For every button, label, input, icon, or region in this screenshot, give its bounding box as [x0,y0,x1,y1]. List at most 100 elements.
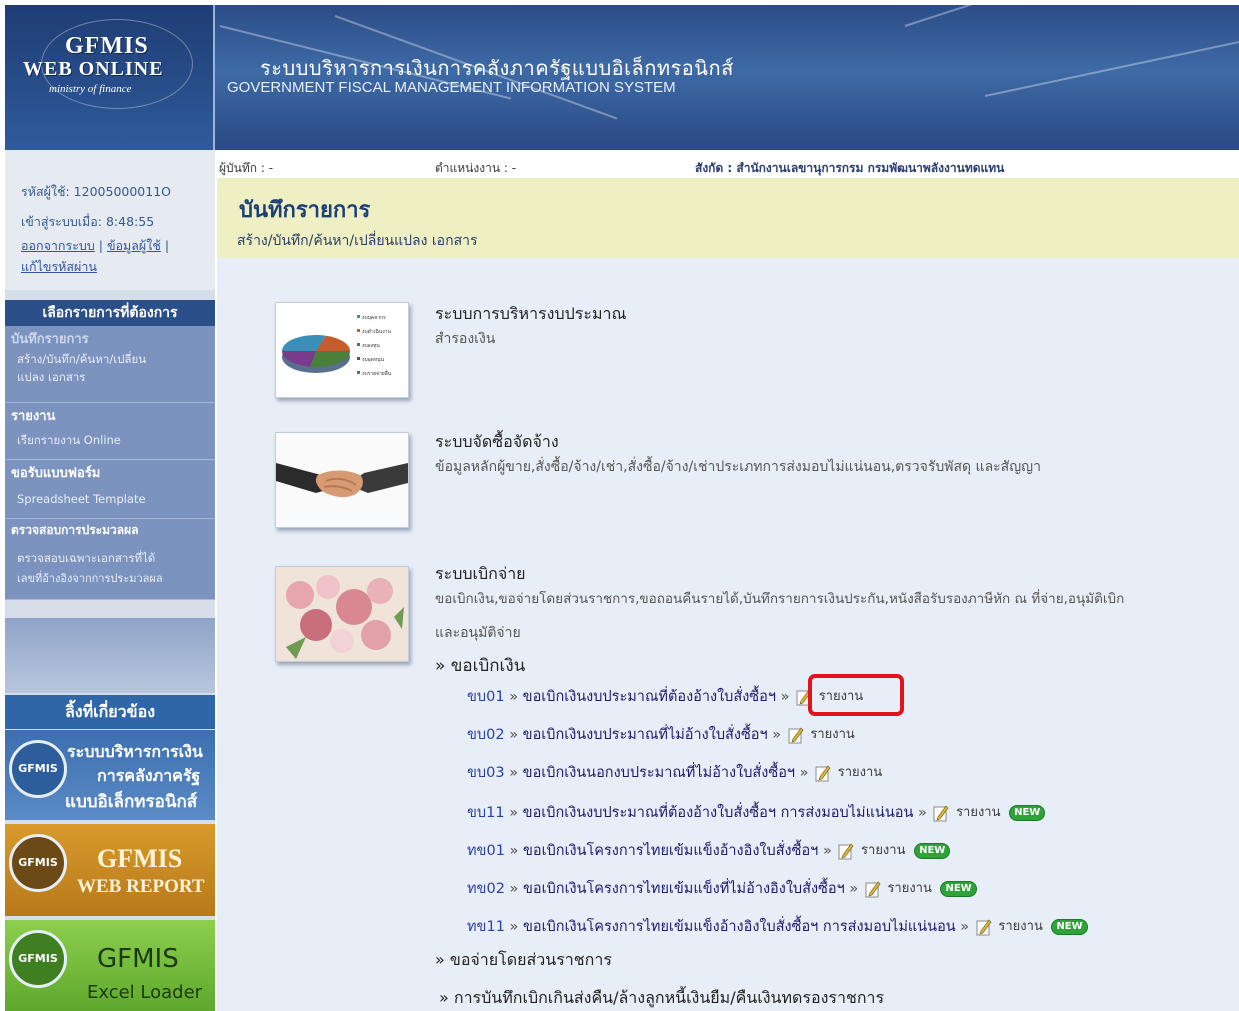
disbursement-desc-link[interactable]: ขอเบิกเงิน,ขอจ่ายโดยส่วนราชการ,ขอถอนคืนร… [435,584,1124,614]
banner-text: WEB REPORT [77,876,205,897]
menu-heading: เลือกรายการที่ต้องการ [5,300,215,326]
sidebar-item-sub: สร้าง/บันทึก/ค้นหา/เปลี่ยน [17,352,147,366]
affiliation-label: สังกัด : สำนักงานเลขานุการกรม กรมพัฒนาพล… [695,161,1005,175]
legend-item: งบลงทุน [362,343,380,349]
sidebar-item-form[interactable]: ขอรับแบบฟอร์ม Spreadsheet Template [5,460,215,519]
report-link[interactable]: รายงาน [998,919,1042,934]
banner-text: แบบอิเล็กทรอนิกส์ [65,792,198,812]
handshake-icon [276,463,408,498]
doc-code-link[interactable]: ทข11 [467,919,505,935]
banner-gfmis-web-report[interactable]: GFMIS GFMIS WEB REPORT [5,824,215,916]
doc-name-link[interactable]: ขอเบิกเงินโครงการไทยเข้มแข็งอ้างอิงใบสั่… [523,919,956,935]
banner-gfmis-system[interactable]: GFMIS ระบบบริหารการเงิน การคลังภาครัฐ แบ… [5,730,215,820]
procurement-desc-link[interactable]: ข้อมูลหลักผู้ขาย,สั่งซื้อ/จ้าง/เช่า,สั่ง… [435,452,1041,482]
arrow-text: » [509,805,519,821]
sidebar-item-process-check[interactable]: ตรวจสอบการประมวลผล ตรวจสอบเฉพาะเอกสารที่… [5,519,215,600]
user-id: รหัสผู้ใช้: 12005000011O [21,184,171,199]
gfmis-globe-icon: GFMIS [9,740,67,798]
disbursement-flowers-image[interactable] [275,566,409,662]
doc-code-link[interactable]: ทข02 [467,881,505,897]
user-info-link[interactable]: ข้อมูลผู้ใช้ [107,238,161,253]
logout-link[interactable]: ออกจากระบบ [21,238,95,253]
doc-name-link[interactable]: ขอเบิกเงินงบประมาณที่ต้องอ้างใบสั่งซื้อฯ… [523,805,914,821]
doc-code-link[interactable]: ขบ01 [467,689,505,705]
related-links-heading: ลิ้งที่เกี่ยวข้อง [5,695,215,729]
sidebar-item-sub: แปลง เอกสาร [17,370,86,384]
banner-gfmis-excel-loader[interactable]: GFMIS GFMIS Excel Loader [5,920,215,1011]
logo-text: GFMIS [65,33,149,59]
logo-text: WEB ONLINE [23,58,164,80]
sidebar-item-sub: เลขที่อ้างอิงจากการประมวลผล [17,572,163,585]
gfmis-globe-icon: GFMIS [9,930,67,988]
budget-pie-chart-image[interactable]: งบบุคลากร งบดำเนินงาน งบลงทุน งบอุดหนุน … [275,302,409,398]
arrow-text: » [509,765,519,781]
gfmis-globe-icon: GFMIS [9,834,67,892]
group-withdraw-heading[interactable]: » ขอเบิกเงิน [435,652,525,679]
new-badge: NEW [1051,919,1088,935]
group-return-heading[interactable]: » การบันทึกเบิกเกินส่งคืน/ล้างลูกหนี้เงิ… [439,986,884,1011]
doc-name-link[interactable]: ขอเบิกเงินงบประมาณที่ไม่อ้างใบสั่งซื้อฯ [523,727,768,743]
arrow-text: » [509,881,519,897]
header-decoration [904,5,1210,27]
arrow-text: » [960,919,970,935]
user-info-box: รหัสผู้ใช้: 12005000011O เข้าสู่ระบบเมื่… [5,150,215,290]
doc-code-link[interactable]: ทข01 [467,843,505,859]
procurement-handshake-image[interactable] [275,432,409,528]
arrow-text: » [509,843,519,859]
sidebar-item-sub: เรียกรายงาน Online [17,433,121,447]
doc-name-link[interactable]: ขอเบิกเงินโครงการไทยเข้มแข็งที่ไม่อ้างอิ… [523,881,845,897]
doc-row-tk11: ทข11 » ขอเบิกเงินโครงการไทยเข้มแข็งอ้างอ… [467,914,1088,940]
arrow-text: » [772,727,782,743]
title-area: บันทึกรายการ สร้าง/บันทึก/ค้นหา/เปลี่ยนแ… [217,178,1239,258]
highlight-box [808,674,904,716]
change-password-link[interactable]: แก้ไขรหัสผ่าน [21,259,97,274]
doc-code-link[interactable]: ขบ02 [467,727,505,743]
pencil-icon[interactable] [788,726,804,744]
header-decoration [984,40,1239,97]
doc-name-link[interactable]: ขอเบิกเงินโครงการไทยเข้มแข็งอ้างอิงใบสั่… [523,843,818,859]
disbursement-desc-link[interactable]: และอนุมัติจ่าย [435,618,521,648]
sidebar-spacer [5,618,215,693]
doc-name-link[interactable]: ขอเบิกเงินนอกงบประมาณที่ไม่อ้างใบสั่งซื้… [523,765,795,781]
doc-name-link[interactable]: ขอเบิกเงินงบประมาณที่ต้องอ้างใบสั่งซื้อฯ [523,689,776,705]
legend-item: งบบุคลากร [362,315,386,321]
doc-row-tk01: ทข01 » ขอเบิกเงินโครงการไทยเข้มแข็งอ้างอ… [467,838,951,864]
sidebar-item-report[interactable]: รายงาน เรียกรายงาน Online [5,403,215,460]
pencil-icon[interactable] [865,880,881,898]
banner-text: ระบบบริหารการเงิน [67,742,203,761]
new-badge: NEW [940,881,977,897]
doc-code-link[interactable]: ขบ03 [467,765,505,781]
report-link[interactable]: รายงาน [956,805,1000,820]
report-link[interactable]: รายงาน [838,765,882,780]
new-badge: NEW [1009,805,1046,821]
report-link[interactable]: รายงาน [887,881,931,896]
page-title: บันทึกรายการ [239,198,371,223]
arrow-text: » [917,805,927,821]
pencil-icon[interactable] [976,918,992,936]
new-badge: NEW [914,843,951,859]
doc-row-kb11: ขบ11 » ขอเบิกเงินงบประมาณที่ต้องอ้างใบสั… [467,800,1046,826]
separator: | [164,238,170,253]
doc-code-link[interactable]: ขบ11 [467,805,505,821]
page-subtitle: สร้าง/บันทึก/ค้นหา/เปลี่ยนแปลง เอกสาร [237,233,478,249]
banner-text: Excel Loader [87,982,203,1003]
arrow-text: » [799,765,809,781]
pencil-icon[interactable] [815,764,831,782]
report-link[interactable]: รายงาน [861,843,905,858]
pencil-icon[interactable] [838,842,854,860]
gfmis-logo[interactable]: GFMIS WEB ONLINE ministry of finance [5,5,215,150]
page-header: GFMIS WEB ONLINE ministry of finance ระบ… [5,5,1239,150]
separator: | [98,238,103,253]
system-title-english: GOVERNMENT FISCAL MANAGEMENT INFORMATION… [227,79,676,96]
group-pay-heading[interactable]: » ขอจ่ายโดยส่วนราชการ [435,948,612,973]
banner-text: GFMIS [97,944,179,974]
budget-reserve-link[interactable]: สำรองเงิน [435,324,495,354]
position-label: ตำแหน่งงาน : - [435,161,517,175]
pencil-icon[interactable] [933,804,949,822]
flowers-icon [276,567,408,661]
doc-row-kb03: ขบ03 » ขอเบิกเงินนอกงบประมาณที่ไม่อ้างใบ… [467,760,882,786]
legend-item: งบอุดหนุน [362,357,385,363]
sidebar-item-record[interactable]: บันทึกรายการ สร้าง/บันทึก/ค้นหา/เปลี่ยน … [5,326,215,403]
doc-row-kb02: ขบ02 » ขอเบิกเงินงบประมาณที่ไม่อ้างใบสั่… [467,722,855,748]
report-link[interactable]: รายงาน [810,727,854,742]
